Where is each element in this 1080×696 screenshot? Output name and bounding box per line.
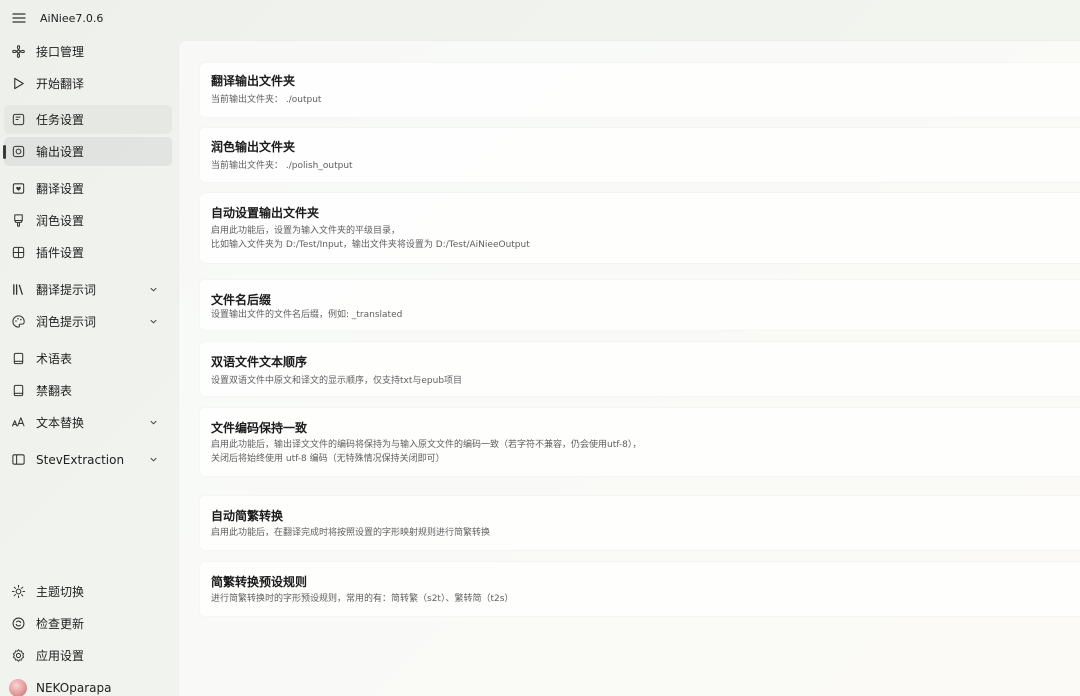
book-icon bbox=[10, 383, 26, 399]
setting-description: 设置输出文件的文件名后缀，例如: _translated bbox=[211, 310, 403, 320]
chevron-down-icon[interactable] bbox=[148, 418, 158, 428]
sidebar-item-label: 输出设置 bbox=[36, 145, 85, 159]
setting-card-translation-output-folder[interactable]: 翻译输出文件夹 当前输出文件夹： ./output bbox=[199, 62, 1080, 118]
setting-description: 比如输入文件夹为 D:/Test/Input，输出文件夹将设置为 D:/Test… bbox=[211, 240, 530, 250]
brush-icon bbox=[10, 213, 26, 229]
setting-description: 启用此功能后，输出译文文件的编码将保持为与输入原文文件的编码一致（若字符不兼容，… bbox=[211, 440, 642, 450]
sidebar-item-polish-settings[interactable]: 润色设置 bbox=[4, 206, 172, 235]
sidebar-item-label: 开始翻译 bbox=[36, 77, 85, 91]
sidebar-item-label: 任务设置 bbox=[36, 113, 85, 127]
setting-description: 当前输出文件夹： ./polish_output bbox=[211, 161, 353, 171]
sidebar-item-label: 润色设置 bbox=[36, 214, 85, 228]
setting-description: 启用此功能后，在翻译完成时将按照设置的字形映射规则进行简繁转换 bbox=[211, 528, 491, 538]
setting-card-auto-chinese-conversion[interactable]: 自动简繁转换 启用此功能后，在翻译完成时将按照设置的字形映射规则进行简繁转换 bbox=[199, 495, 1080, 551]
sidebar-item-translation-settings[interactable]: 翻译设置 bbox=[4, 174, 172, 203]
setting-description: 当前输出文件夹： ./output bbox=[211, 95, 322, 105]
setting-card-bilingual-order[interactable]: 双语文件文本顺序 设置双语文件中原文和译文的显示顺序，仅支持txt与epub项目 bbox=[199, 341, 1080, 397]
chevron-down-icon[interactable] bbox=[148, 285, 158, 295]
avatar bbox=[9, 678, 27, 696]
setting-card-conversion-preset-rules[interactable]: 简繁转换预设规则 进行简繁转换时的字形预设规则，常用的有：简转繁（s2t）、繁转… bbox=[199, 561, 1080, 617]
fan-icon bbox=[10, 44, 26, 60]
sidebar-item-user-profile[interactable]: NEKOparapa bbox=[4, 673, 172, 696]
sidebar-item-output-settings[interactable]: 输出设置 bbox=[3, 137, 172, 166]
setting-title: 文件名后缀 bbox=[211, 293, 272, 307]
sidebar-item-polish-prompts[interactable]: 润色提示词 bbox=[4, 307, 172, 336]
setting-description: 设置双语文件中原文和译文的显示顺序，仅支持txt与epub项目 bbox=[211, 376, 463, 386]
sidebar-item-label: 翻译设置 bbox=[36, 182, 85, 196]
sidebar-item-task-settings[interactable]: 任务设置 bbox=[4, 105, 172, 134]
extraction-icon bbox=[10, 452, 26, 468]
setting-card-keep-file-encoding[interactable]: 文件编码保持一致 启用此功能后，输出译文文件的编码将保持为与输入原文文件的编码一… bbox=[199, 407, 1080, 477]
output-icon bbox=[10, 144, 26, 160]
settings-icon bbox=[10, 648, 26, 664]
sidebar-item-plugin-settings[interactable]: 插件设置 bbox=[4, 238, 172, 267]
sidebar-item-stevextraction[interactable]: StevExtraction bbox=[4, 445, 172, 474]
title-bar: AiNiee7.0.6 bbox=[0, 0, 1080, 36]
sidebar-item-no-translate-list[interactable]: 禁翻表 bbox=[4, 376, 172, 405]
setting-title: 自动设置输出文件夹 bbox=[211, 206, 320, 220]
sidebar-item-label: 禁翻表 bbox=[36, 384, 73, 398]
chevron-down-icon[interactable] bbox=[148, 455, 158, 465]
setting-card-polish-output-folder[interactable]: 润色输出文件夹 当前输出文件夹： ./polish_output bbox=[199, 127, 1080, 183]
sidebar-item-glossary[interactable]: 术语表 bbox=[4, 344, 172, 373]
play-icon bbox=[10, 76, 26, 92]
palette-icon bbox=[10, 314, 26, 330]
font-size-icon bbox=[10, 415, 26, 431]
heart-book-icon bbox=[10, 181, 26, 197]
sidebar-navigation: 接口管理 开始翻译 任务设置 输出设置 翻译设置 润色设置 插件设置 翻译提示词… bbox=[0, 36, 178, 696]
app-title: AiNiee7.0.6 bbox=[40, 11, 104, 25]
setting-card-filename-suffix[interactable]: 文件名后缀 设置输出文件的文件名后缀，例如: _translated bbox=[199, 279, 1080, 331]
sidebar-item-label: 术语表 bbox=[36, 352, 73, 366]
sidebar-item-label: 润色提示词 bbox=[36, 315, 97, 329]
active-indicator bbox=[3, 145, 6, 159]
setting-title: 双语文件文本顺序 bbox=[211, 355, 308, 369]
sidebar-item-label: 检查更新 bbox=[36, 617, 85, 631]
sidebar-item-label: 翻译提示词 bbox=[36, 283, 97, 297]
setting-title: 润色输出文件夹 bbox=[211, 140, 296, 154]
sidebar-item-api-management[interactable]: 接口管理 bbox=[4, 37, 172, 66]
sidebar-item-label: 插件设置 bbox=[36, 246, 85, 260]
setting-title: 简繁转换预设规则 bbox=[211, 575, 308, 589]
sun-icon bbox=[10, 584, 26, 600]
sidebar-item-label: NEKOparapa bbox=[36, 680, 112, 695]
setting-description: 进行简繁转换时的字形预设规则，常用的有：简转繁（s2t）、繁转简（t2s） bbox=[211, 594, 514, 604]
sidebar-item-start-translation[interactable]: 开始翻译 bbox=[4, 69, 172, 98]
library-icon bbox=[10, 282, 26, 298]
setting-title: 自动简繁转换 bbox=[211, 509, 284, 523]
plugin-icon bbox=[10, 245, 26, 261]
sidebar-item-app-settings[interactable]: 应用设置 bbox=[4, 641, 172, 670]
sidebar-item-theme-switch[interactable]: 主题切换 bbox=[4, 577, 172, 606]
setting-title: 翻译输出文件夹 bbox=[211, 74, 296, 88]
task-icon bbox=[10, 112, 26, 128]
book-icon bbox=[10, 351, 26, 367]
sidebar-item-label: 应用设置 bbox=[36, 649, 85, 663]
setting-description: 启用此功能后，设置为输入文件夹的平级目录， bbox=[211, 226, 401, 236]
sidebar-item-label: 主题切换 bbox=[36, 585, 85, 599]
sidebar-item-label: StevExtraction bbox=[36, 452, 125, 467]
chevron-down-icon[interactable] bbox=[148, 317, 158, 327]
output-settings-panel: 翻译输出文件夹 当前输出文件夹： ./output 润色输出文件夹 当前输出文件… bbox=[178, 40, 1080, 696]
menu-toggle-button[interactable] bbox=[2, 1, 36, 35]
hamburger-menu-icon bbox=[12, 13, 26, 23]
sidebar-item-label: 文本替换 bbox=[36, 416, 85, 430]
sidebar-item-check-update[interactable]: 检查更新 bbox=[4, 609, 172, 638]
update-icon bbox=[10, 616, 26, 632]
sidebar-item-label: 接口管理 bbox=[36, 45, 85, 59]
setting-title: 文件编码保持一致 bbox=[211, 421, 308, 435]
setting-card-auto-output-folder[interactable]: 自动设置输出文件夹 启用此功能后，设置为输入文件夹的平级目录， 比如输入文件夹为… bbox=[199, 192, 1080, 264]
sidebar-item-translation-prompts[interactable]: 翻译提示词 bbox=[4, 275, 172, 304]
setting-description: 关闭后将始终使用 utf-8 编码（无特殊情况保持关闭即可） bbox=[211, 454, 445, 464]
sidebar-item-text-replace[interactable]: 文本替换 bbox=[4, 408, 172, 437]
